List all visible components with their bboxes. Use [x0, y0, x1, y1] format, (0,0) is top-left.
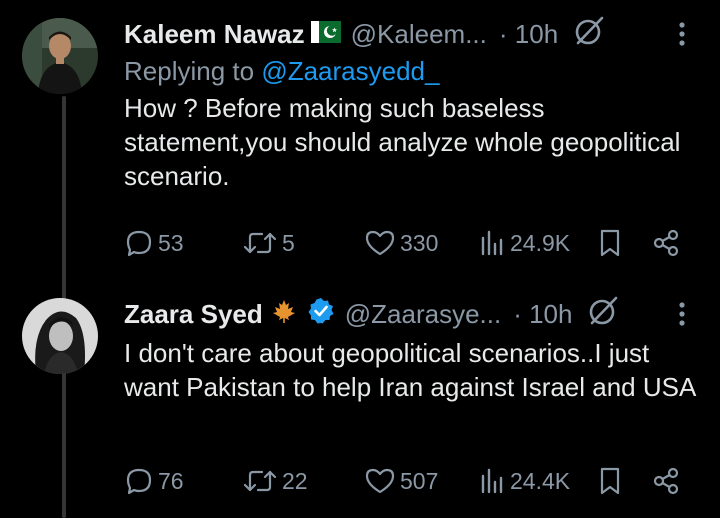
bookmark-icon [600, 229, 620, 257]
replying-to: Replying to @Zaarasyedd_ [124, 56, 720, 87]
tweet-actions: 53 5 330 24.9K [124, 228, 688, 262]
share-icon [653, 229, 679, 257]
author-name[interactable]: Zaara Syed [124, 299, 263, 330]
grok-icon[interactable] [572, 14, 606, 55]
replying-to-mention[interactable]: @Zaarasyedd_ [261, 56, 439, 86]
bookmark-icon [600, 467, 620, 495]
views-icon [481, 468, 503, 494]
reply-button[interactable]: 53 [124, 228, 184, 258]
more-options-icon[interactable] [678, 20, 686, 53]
reply-count: 76 [158, 467, 184, 494]
like-count: 507 [400, 467, 439, 494]
views-button[interactable]: 24.4K [478, 466, 570, 496]
bookmark-button[interactable] [598, 466, 622, 496]
more-options-icon[interactable] [678, 300, 686, 333]
share-icon [653, 467, 679, 495]
retweet-button[interactable]: 22 [242, 466, 308, 496]
share-button[interactable] [652, 228, 680, 258]
author-handle[interactable]: @Kaleem... [351, 19, 487, 50]
pakistan-flag-icon [310, 19, 341, 50]
views-button[interactable]: 24.9K [478, 228, 570, 258]
retweet-icon [243, 470, 277, 492]
retweet-count: 5 [282, 229, 295, 256]
reply-icon [126, 230, 152, 257]
replying-prefix: Replying to [124, 56, 262, 86]
author-handle[interactable]: @Zaarasye... [345, 299, 501, 330]
retweet-count: 22 [282, 467, 308, 494]
maple-leaf-icon [271, 298, 297, 331]
avatar[interactable] [22, 298, 98, 374]
reply-count: 53 [158, 229, 184, 256]
like-count: 330 [400, 229, 439, 256]
tweet-timestamp[interactable]: · 10h [513, 299, 572, 330]
like-button[interactable]: 330 [364, 228, 438, 258]
tweet-text: I don't care about geopolitical scenario… [124, 338, 697, 402]
like-button[interactable]: 507 [364, 466, 438, 496]
author-name[interactable]: Kaleem Nawaz [124, 19, 305, 50]
views-count: 24.9K [510, 229, 571, 256]
bookmark-button[interactable] [598, 228, 622, 258]
verified-badge-icon[interactable] [307, 297, 335, 332]
share-button[interactable] [652, 466, 680, 496]
grok-icon[interactable] [586, 294, 620, 335]
reply-icon [126, 468, 152, 495]
tweet-text: How ? Before making such baseless statem… [124, 93, 681, 191]
views-icon [481, 230, 503, 256]
heart-icon [365, 230, 395, 256]
retweet-icon [243, 232, 277, 254]
tweet-actions: 76 22 507 24.4K [124, 466, 688, 500]
heart-icon [365, 468, 395, 494]
avatar[interactable] [22, 18, 98, 94]
reply-button[interactable]: 76 [124, 466, 184, 496]
views-count: 24.4K [510, 467, 571, 494]
tweet-timestamp[interactable]: · 10h [499, 19, 558, 50]
retweet-button[interactable]: 5 [242, 228, 295, 258]
